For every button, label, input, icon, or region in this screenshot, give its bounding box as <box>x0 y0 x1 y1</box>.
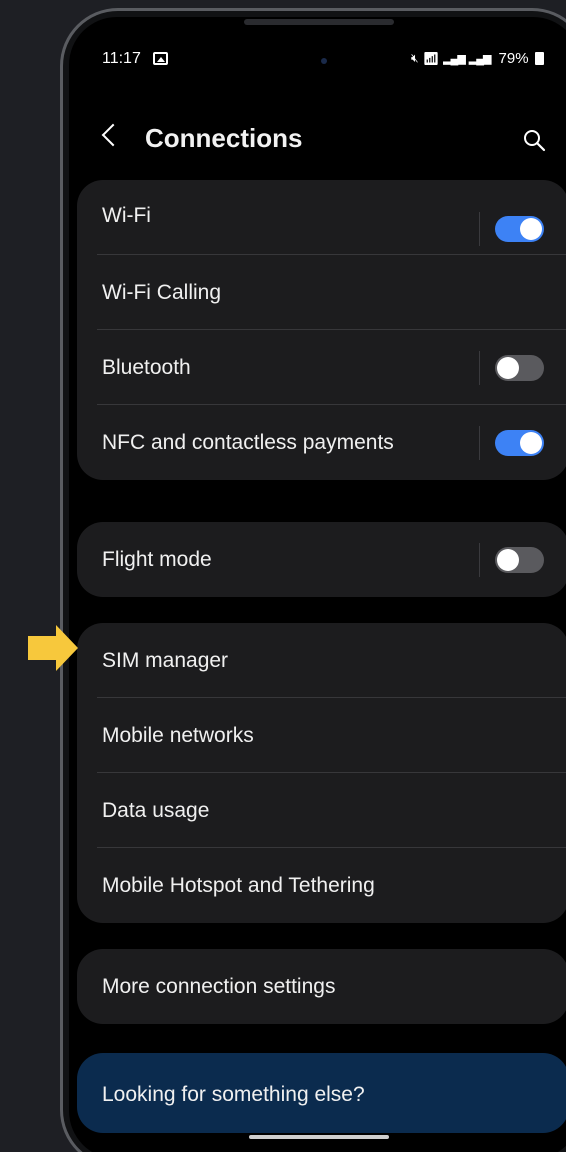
settings-row-nfc[interactable]: NFC and contactless payments <box>77 405 566 480</box>
battery-icon <box>534 52 544 65</box>
phone-frame: 11:17 🔇︎ 📶︎ ▂▄▆ ▂▄▆ 79% Connections Wi-F… <box>60 8 566 1152</box>
search-icon[interactable] <box>522 128 546 152</box>
settings-row-mobile-networks[interactable]: Mobile networks <box>77 698 566 773</box>
row-label: Mobile networks <box>102 723 254 747</box>
settings-row-flight-mode[interactable]: Flight mode <box>77 522 566 597</box>
settings-row-bluetooth[interactable]: Bluetooth <box>77 330 566 405</box>
status-icons: 🔇︎ 📶︎ ▂▄▆ ▂▄▆ 79% <box>411 50 544 67</box>
phone-bezel: 11:17 🔇︎ 📶︎ ▂▄▆ ▂▄▆ 79% Connections Wi-F… <box>63 11 566 1152</box>
card-connections-main: Wi-Fi Wi-Fi Calling Bluetooth NFC and co… <box>77 180 566 480</box>
signal-icon: ▂▄▆ <box>468 53 492 65</box>
settings-row-wifi-calling[interactable]: Wi-Fi Calling <box>77 255 566 330</box>
gesture-nav-bar[interactable] <box>249 1135 389 1139</box>
header: Connections <box>69 109 546 169</box>
battery-percentage: 79% <box>498 50 529 67</box>
row-label: Wi-Fi Calling <box>102 280 222 304</box>
settings-row-hotspot[interactable]: Mobile Hotspot and Tethering <box>77 848 566 923</box>
image-icon <box>153 52 168 65</box>
toggle-separator <box>479 212 480 246</box>
flight-mode-toggle[interactable] <box>495 546 544 573</box>
nfc-toggle[interactable] <box>495 429 544 456</box>
row-label: Data usage <box>102 798 210 822</box>
help-title: Looking for something else? <box>102 1083 365 1106</box>
bluetooth-toggle[interactable] <box>495 354 544 381</box>
back-icon[interactable] <box>101 123 125 147</box>
row-label: Bluetooth <box>102 355 191 379</box>
speaker-notch <box>244 19 394 25</box>
row-label: More connection settings <box>102 974 336 998</box>
card-mobile: SIM manager Mobile networks Data usage M… <box>77 623 566 923</box>
toggle-knob <box>520 431 542 454</box>
help-card[interactable]: Looking for something else? <box>77 1053 566 1133</box>
row-label: SIM manager <box>102 648 229 672</box>
phone-screen: 11:17 🔇︎ 📶︎ ▂▄▆ ▂▄▆ 79% Connections Wi-F… <box>69 17 566 1152</box>
toggle-knob <box>520 218 542 240</box>
row-label: Mobile Hotspot and Tethering <box>102 873 375 897</box>
status-bar: 11:17 🔇︎ 📶︎ ▂▄▆ ▂▄▆ 79% <box>69 45 544 75</box>
settings-row-sim-manager[interactable]: SIM manager <box>77 623 566 698</box>
settings-row-wifi[interactable]: Wi-Fi <box>77 180 566 255</box>
card-flight-mode: Flight mode <box>77 522 566 597</box>
toggle-separator <box>479 542 480 577</box>
toggle-knob <box>497 356 519 379</box>
card-more-settings: More connection settings <box>77 949 566 1024</box>
pointer-arrow-icon <box>28 625 78 671</box>
status-time: 11:17 <box>102 50 141 67</box>
toggle-separator <box>479 350 480 385</box>
settings-row-data-usage[interactable]: Data usage <box>77 773 566 848</box>
row-label: Wi-Fi <box>102 204 151 227</box>
row-label: NFC and contactless payments <box>102 430 394 454</box>
wifi-toggle[interactable] <box>495 216 544 242</box>
mute-icon: 🔇︎ <box>411 51 419 65</box>
wifi-icon: 📶︎ <box>422 50 440 66</box>
page-title: Connections <box>145 123 303 153</box>
signal-icon: ▂▄▆ <box>443 53 466 65</box>
row-label: Flight mode <box>102 547 212 571</box>
settings-row-more-connection-settings[interactable]: More connection settings <box>77 949 566 1024</box>
front-camera <box>321 58 327 64</box>
toggle-knob <box>497 548 519 571</box>
toggle-separator <box>479 425 480 460</box>
